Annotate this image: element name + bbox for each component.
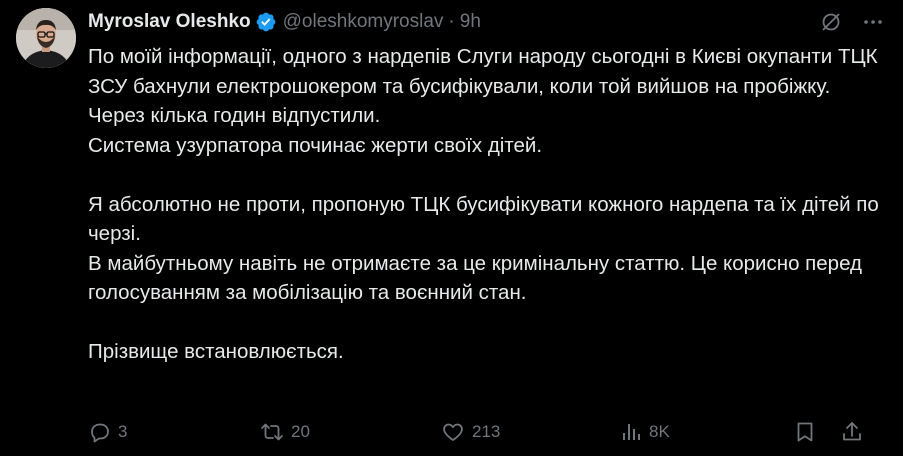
tweet-paragraph: Я абсолютно не проти, пропоную ТЦК бусиф…	[88, 192, 879, 246]
bookmark-button[interactable]	[793, 420, 817, 444]
bookmark-icon	[793, 420, 817, 444]
tweet-paragraph: В майбутньому навіть не отримаєте за це …	[88, 251, 862, 305]
share-icon	[840, 420, 864, 444]
tweet-actions: 3 20 213 8K	[88, 418, 887, 450]
avatar-image	[16, 8, 76, 68]
grok-icon[interactable]	[817, 8, 845, 36]
views-icon	[619, 420, 643, 444]
reply-button[interactable]: 3	[88, 420, 127, 444]
reply-count: 3	[118, 422, 128, 441]
tweet-header: Myroslav Oleshko @oleshkomyroslav · 9h	[88, 9, 481, 35]
author-display-name[interactable]: Myroslav Oleshko	[88, 11, 251, 33]
repost-count: 20	[291, 422, 310, 441]
views-button[interactable]: 8K	[619, 420, 670, 444]
views-count: 8K	[649, 422, 670, 441]
like-button[interactable]: 213	[440, 420, 500, 444]
tweet-paragraph: Прізвище встановлюється.	[88, 340, 344, 363]
repost-button[interactable]: 20	[259, 420, 310, 444]
more-icon[interactable]	[859, 8, 887, 36]
repost-icon	[259, 420, 285, 444]
verified-badge-icon[interactable]	[255, 11, 277, 33]
share-button[interactable]	[840, 420, 864, 444]
top-actions	[817, 8, 887, 36]
tweet-text: По моїй інформації, одного з нардепів Сл…	[88, 42, 888, 367]
like-count: 213	[472, 422, 501, 441]
tweet-paragraph: По моїй інформації, одного з нардепів Сл…	[88, 45, 878, 98]
tweet-paragraph: Система узурпатора починає жерти своїх д…	[88, 133, 543, 157]
avatar[interactable]	[16, 8, 76, 68]
reply-icon	[88, 420, 112, 444]
tweet[interactable]: Myroslav Oleshko @oleshkomyroslav · 9h П…	[0, 0, 903, 456]
like-icon	[440, 420, 466, 444]
separator-dot: ·	[448, 11, 455, 32]
tweet-paragraph: Через кілька годин відпустили.	[88, 104, 381, 127]
timestamp[interactable]: 9h	[460, 11, 481, 33]
author-handle[interactable]: @oleshkomyroslav	[283, 11, 444, 33]
